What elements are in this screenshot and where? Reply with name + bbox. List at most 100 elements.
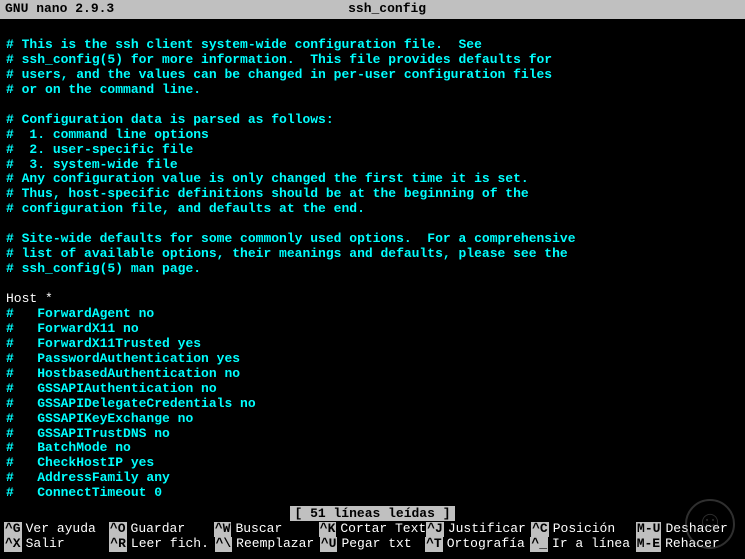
comment-line: # configuration file, and defaults at th… bbox=[6, 202, 739, 217]
hash-marker: # bbox=[6, 456, 14, 471]
shortcut-label: Guardar bbox=[131, 522, 186, 537]
hash-marker: # bbox=[6, 247, 14, 262]
comment-text: Any configuration value is only changed … bbox=[14, 172, 529, 187]
shortcut-key: ^J bbox=[426, 522, 444, 537]
shortcut-label: Ver ayuda bbox=[26, 522, 96, 537]
shortcut-item[interactable]: ^G Ver ayuda bbox=[4, 522, 109, 537]
shortcut-key: ^C bbox=[531, 522, 549, 537]
comment-text: CheckHostIP yes bbox=[14, 456, 154, 471]
hash-marker: # bbox=[6, 172, 14, 187]
comment-line: # list of available options, their meani… bbox=[6, 247, 739, 262]
comment-line: # Thus, host-specific definitions should… bbox=[6, 187, 739, 202]
hash-marker: # bbox=[6, 83, 14, 98]
comment-text: list of available options, their meaning… bbox=[14, 247, 568, 262]
shortcut-key: ^X bbox=[4, 537, 22, 552]
comment-line: # 3. system-wide file bbox=[6, 158, 739, 173]
shortcut-row-1: ^GVer ayuda^OGuardar^WBuscar^KCortar Tex… bbox=[4, 522, 741, 537]
shortcut-key: ^K bbox=[319, 522, 337, 537]
hash-marker: # bbox=[6, 441, 14, 456]
watermark-icon: ☺ bbox=[685, 499, 735, 549]
comment-text: or on the command line. bbox=[14, 83, 201, 98]
comment-text: ssh_config(5) man page. bbox=[14, 262, 201, 277]
comment-text: GSSAPITrustDNS no bbox=[14, 427, 170, 442]
shortcut-item[interactable]: ^CPosición bbox=[531, 522, 636, 537]
shortcut-row-2: ^X Salir ^RLeer fich.^\Reemplazar^UPegar t… bbox=[4, 537, 741, 552]
comment-line: # BatchMode no bbox=[6, 441, 739, 456]
hash-marker: # bbox=[6, 307, 14, 322]
shortcut-key: ^O bbox=[109, 522, 127, 537]
comment-line: # or on the command line. bbox=[6, 83, 739, 98]
comment-text: ConnectTimeout 0 bbox=[14, 486, 162, 501]
shortcut-item[interactable]: ^X Salir bbox=[4, 537, 109, 552]
hash-marker: # bbox=[6, 427, 14, 442]
shortcut-label: Reemplazar bbox=[236, 537, 314, 552]
shortcut-item[interactable]: ^WBuscar bbox=[214, 522, 319, 537]
comment-text: Thus, host-specific definitions should b… bbox=[14, 187, 529, 202]
shortcut-item[interactable]: ^_Ir a línea bbox=[530, 537, 635, 552]
comment-line: # Any configuration value is only change… bbox=[6, 172, 739, 187]
shortcut-label: Salir bbox=[26, 537, 65, 552]
shortcut-label: Buscar bbox=[235, 522, 282, 537]
hash-marker: # bbox=[6, 382, 14, 397]
shortcut-label: Justificar bbox=[448, 522, 526, 537]
comment-text: ssh_config(5) for more information. This… bbox=[14, 53, 552, 68]
status-text: [ 51 líneas leídas ] bbox=[290, 506, 454, 521]
hash-marker: # bbox=[6, 202, 14, 217]
shortcut-item[interactable]: ^O Guardar bbox=[109, 522, 214, 537]
shortcut-item[interactable]: ^RLeer fich. bbox=[109, 537, 214, 552]
editor-area[interactable]: # This is the ssh client system-wide con… bbox=[0, 19, 745, 505]
hash-marker: # bbox=[6, 187, 14, 202]
comment-text: configuration file, and defaults at the … bbox=[14, 202, 365, 217]
shortcut-key: ^G bbox=[4, 522, 22, 537]
hash-marker: # bbox=[6, 337, 14, 352]
hash-marker: # bbox=[6, 232, 14, 247]
comment-text: 1. command line options bbox=[14, 128, 209, 143]
comment-line: # ForwardX11Trusted yes bbox=[6, 337, 739, 352]
comment-text: GSSAPIKeyExchange no bbox=[14, 412, 193, 427]
shortcut-label: Pegar txt bbox=[341, 537, 411, 552]
shortcut-item[interactable]: ^J Justificar bbox=[426, 522, 531, 537]
config-line: Host * bbox=[6, 292, 739, 307]
shortcut-item[interactable]: ^TOrtografía bbox=[425, 537, 530, 552]
comment-text: ForwardX11 no bbox=[14, 322, 139, 337]
shortcut-key: ^W bbox=[214, 522, 232, 537]
comment-line: # PasswordAuthentication yes bbox=[6, 352, 739, 367]
hash-marker: # bbox=[6, 113, 14, 128]
comment-text: users, and the values can be changed in … bbox=[14, 68, 552, 83]
blank-line bbox=[6, 98, 739, 113]
comment-line: # AddressFamily any bbox=[6, 471, 739, 486]
hash-marker: # bbox=[6, 352, 14, 367]
comment-line: # ssh_config(5) man page. bbox=[6, 262, 739, 277]
hash-marker: # bbox=[6, 471, 14, 486]
comment-line: # ssh_config(5) for more information. Th… bbox=[6, 53, 739, 68]
comment-text: PasswordAuthentication yes bbox=[14, 352, 240, 367]
hash-marker: # bbox=[6, 158, 14, 173]
hash-marker: # bbox=[6, 412, 14, 427]
shortcuts-area: ^GVer ayuda^OGuardar^WBuscar^KCortar Tex… bbox=[0, 522, 745, 552]
comment-line: # 2. user-specific file bbox=[6, 143, 739, 158]
hash-marker: # bbox=[6, 38, 14, 53]
comment-line: # 1. command line options bbox=[6, 128, 739, 143]
comment-text: AddressFamily any bbox=[14, 471, 170, 486]
hash-marker: # bbox=[6, 68, 14, 83]
comment-text: GSSAPIDelegateCredentials no bbox=[14, 397, 256, 412]
comment-text: Site-wide defaults for some commonly use… bbox=[14, 232, 576, 247]
comment-text: BatchMode no bbox=[14, 441, 131, 456]
comment-text: ForwardX11Trusted yes bbox=[14, 337, 201, 352]
shortcut-label: Ortografía bbox=[447, 537, 525, 552]
shortcut-item[interactable]: ^KCortar Text bbox=[319, 522, 426, 537]
shortcut-key: ^U bbox=[320, 537, 338, 552]
comment-line: # GSSAPITrustDNS no bbox=[6, 427, 739, 442]
hash-marker: # bbox=[6, 53, 14, 68]
comment-text: ForwardAgent no bbox=[14, 307, 154, 322]
comment-line: # GSSAPIKeyExchange no bbox=[6, 412, 739, 427]
hash-marker: # bbox=[6, 397, 14, 412]
hash-marker: # bbox=[6, 262, 14, 277]
comment-line: # This is the ssh client system-wide con… bbox=[6, 38, 739, 53]
shortcut-label: Ir a línea bbox=[552, 537, 630, 552]
comment-text: Configuration data is parsed as follows: bbox=[14, 113, 334, 128]
shortcut-item[interactable]: ^\Reemplazar bbox=[215, 537, 320, 552]
status-bar: [ 51 líneas leídas ] bbox=[0, 507, 745, 522]
shortcut-item[interactable]: ^UPegar txt bbox=[320, 537, 425, 552]
comment-line: # Site-wide defaults for some commonly u… bbox=[6, 232, 739, 247]
